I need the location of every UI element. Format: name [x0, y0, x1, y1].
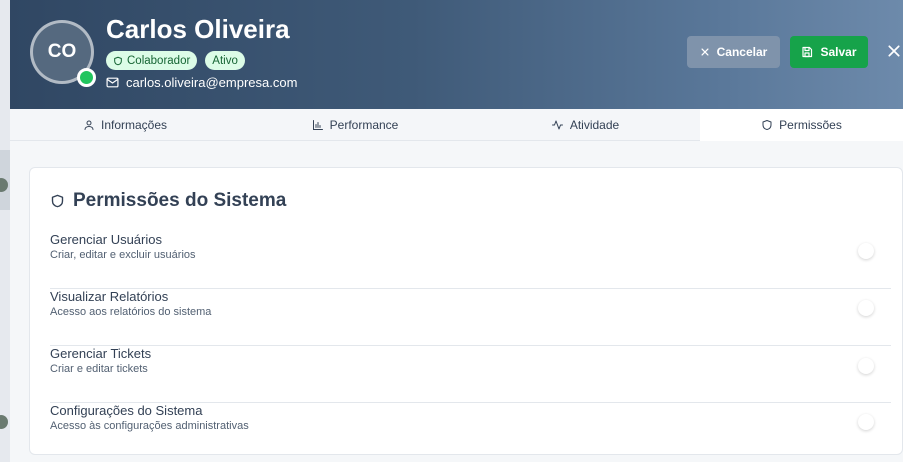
cancel-button[interactable]: Cancelar	[687, 36, 780, 68]
email-row: carlos.oliveira@empresa.com	[106, 75, 297, 90]
permission-toggle[interactable]	[858, 414, 874, 430]
close-icon	[888, 45, 900, 57]
avatar-initials: CO	[47, 41, 77, 62]
permission-toggle[interactable]	[858, 358, 874, 374]
user-badges: Colaborador Ativo	[106, 51, 245, 70]
permission-toggle[interactable]	[858, 243, 874, 259]
user-email: carlos.oliveira@empresa.com	[126, 75, 298, 90]
user-profile-modal: CO Carlos Oliveira Colaborador Ativo car…	[10, 0, 903, 462]
permission-name: Visualizar Relatórios	[50, 289, 169, 304]
permission-description: Criar e editar tickets	[50, 363, 148, 375]
close-icon	[701, 48, 709, 56]
permission-row: Configurações do Sistema Acesso às confi…	[50, 403, 891, 460]
save-button-label: Salvar	[820, 45, 857, 59]
tab-performance[interactable]: Performance	[240, 109, 470, 141]
shield-icon	[114, 56, 122, 65]
close-modal-button[interactable]	[886, 43, 902, 59]
permissions-title-text: Permissões do Sistema	[73, 190, 287, 211]
tab-performance-label: Performance	[329, 118, 399, 132]
permission-name: Configurações do Sistema	[50, 403, 203, 418]
cancel-button-label: Cancelar	[716, 45, 768, 59]
save-icon	[802, 46, 813, 58]
tab-atividade-label: Atividade	[569, 118, 620, 132]
background-avatar	[0, 415, 8, 429]
permission-row: Gerenciar Usuários Criar, editar e exclu…	[50, 232, 891, 289]
bar-chart-icon	[312, 120, 323, 130]
permission-name: Gerenciar Tickets	[50, 346, 152, 361]
permission-description: Acesso às configurações administrativas	[50, 420, 249, 432]
permission-row: Visualizar Relatórios Acesso aos relatór…	[50, 289, 891, 346]
tab-permissoes-label: Permissões	[779, 118, 842, 132]
tab-informacoes-label: Informações	[100, 118, 168, 132]
modal-header: CO Carlos Oliveira Colaborador Ativo car…	[10, 0, 903, 109]
permission-name: Gerenciar Usuários	[50, 232, 162, 247]
tab-atividade[interactable]: Atividade	[470, 109, 700, 141]
user-icon	[84, 120, 94, 130]
tab-bar: Informações Performance Atividade Permis…	[10, 109, 903, 141]
tab-content: Permissões do Sistema Gerenciar Usuários…	[10, 141, 903, 462]
activity-icon	[551, 120, 563, 130]
permission-row: Gerenciar Tickets Criar e editar tickets	[50, 346, 891, 403]
role-badge-label: Colaborador	[127, 54, 191, 67]
permission-toggle[interactable]	[858, 300, 874, 316]
shield-icon	[762, 120, 772, 130]
permission-description: Acesso aos relatórios do sistema	[50, 306, 212, 318]
user-name: Carlos Oliveira	[106, 14, 290, 44]
permissions-card: Permissões do Sistema Gerenciar Usuários…	[29, 167, 903, 455]
permissions-title: Permissões do Sistema	[50, 190, 286, 212]
role-badge: Colaborador	[106, 51, 198, 70]
shield-icon	[51, 194, 64, 208]
status-badge: Ativo	[205, 51, 245, 70]
save-button[interactable]: Salvar	[790, 36, 868, 68]
tab-permissoes[interactable]: Permissões	[700, 109, 903, 141]
mail-icon	[106, 77, 119, 88]
online-status-indicator	[77, 68, 96, 87]
tab-informacoes[interactable]: Informações	[10, 109, 240, 141]
status-badge-label: Ativo	[212, 54, 238, 67]
permission-description: Criar, editar e excluir usuários	[50, 249, 196, 261]
